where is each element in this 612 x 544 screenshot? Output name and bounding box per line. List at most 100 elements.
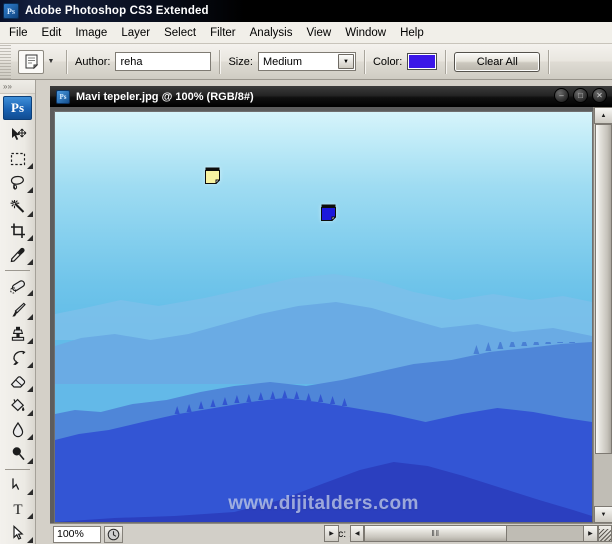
blur-tool-icon [12, 421, 23, 438]
canvas-horizontal-scrollbar[interactable]: ◀ ‖‖ ▶ [350, 523, 612, 544]
document-info-icon[interactable] [104, 525, 123, 543]
blur-tool[interactable] [0, 418, 35, 442]
size-select[interactable]: Medium ▼ [257, 52, 356, 71]
menu-item-image[interactable]: Image [68, 24, 114, 42]
menu-item-edit[interactable]: Edit [35, 24, 69, 42]
document-window: Ps Mavi tepeler.jpg @ 100% (RGB/8#) – □ … [50, 86, 612, 544]
tool-more-triangle-icon [27, 338, 33, 344]
size-label: Size: [228, 55, 253, 68]
menu-item-view[interactable]: View [299, 24, 338, 42]
options-divider-2 [219, 49, 221, 74]
paint-bucket-tool[interactable] [0, 394, 35, 418]
document-photoshop-icon: Ps [56, 89, 70, 104]
tool-preset-picker[interactable] [18, 49, 44, 74]
options-bar-grip[interactable] [0, 44, 11, 79]
window-controls: – □ ✕ [554, 88, 607, 103]
menu-item-file[interactable]: File [2, 24, 35, 42]
pen-tool-icon [11, 478, 19, 490]
clone-stamp-tool[interactable] [0, 322, 35, 346]
history-brush-tool[interactable] [0, 346, 35, 370]
close-button[interactable]: ✕ [592, 88, 607, 103]
zoom-level-input[interactable]: 100% [53, 525, 101, 543]
tool-more-triangle-icon [27, 187, 33, 193]
crop-tool[interactable] [0, 219, 35, 243]
toolbox-collapse-icon[interactable]: »» [0, 80, 35, 94]
path-selection-tool[interactable] [0, 521, 35, 544]
note-annotation-yellow[interactable] [205, 167, 221, 185]
horizontal-scroll-track[interactable] [507, 525, 584, 542]
pen-tool[interactable] [0, 473, 35, 497]
scroll-right-button[interactable]: ▶ [583, 525, 598, 542]
magic-wand-tool[interactable] [0, 195, 35, 219]
dodge-tool[interactable] [0, 442, 35, 466]
dodge-tool-icon [12, 447, 25, 461]
tool-more-triangle-icon [27, 410, 33, 416]
document-status-right-group: ▶ [324, 523, 339, 544]
tool-more-triangle-icon [27, 259, 33, 265]
clear-all-button[interactable]: Clear All [454, 51, 541, 72]
toolbox-photoshop-logo-icon: Ps [3, 96, 32, 120]
photoshop-logo-icon: Ps [3, 3, 19, 19]
toolbox-divider-1 [5, 270, 30, 271]
document-title-bar[interactable]: Ps Mavi tepeler.jpg @ 100% (RGB/8#) – □ … [50, 86, 612, 107]
scroll-down-button[interactable]: ▼ [594, 506, 612, 523]
window-resize-grip[interactable] [597, 525, 612, 542]
menu-bar: File Edit Image Layer Select Filter Anal… [0, 22, 612, 44]
photoshop-window: Ps Adobe Photoshop CS3 Extended File Edi… [0, 0, 612, 544]
canvas-vertical-scrollbar[interactable]: ▲ ▼ [593, 107, 612, 523]
note-tool-icon [25, 54, 38, 69]
watermark-text: www.dijitalders.com [228, 493, 419, 514]
paint-bucket-tool-icon [10, 398, 24, 412]
tool-more-triangle-icon [27, 458, 33, 464]
size-select-chevron-down-icon[interactable]: ▼ [337, 54, 354, 69]
application-title: Adobe Photoshop CS3 Extended [25, 5, 209, 17]
healing-brush-tool-icon [9, 280, 25, 294]
rectangular-marquee-tool-icon [10, 152, 25, 166]
menu-item-help[interactable]: Help [393, 24, 431, 42]
color-label: Color: [372, 55, 403, 68]
horizontal-scroll-thumb[interactable]: ‖‖ [364, 525, 508, 542]
vertical-scroll-track[interactable] [594, 454, 612, 506]
horizontal-type-tool-icon: T [13, 502, 22, 518]
options-divider-4 [445, 49, 447, 74]
move-tool-icon [11, 128, 26, 140]
maximize-button[interactable]: □ [573, 88, 588, 103]
rectangular-marquee-tool[interactable] [0, 147, 35, 171]
horizontal-type-tool[interactable]: T [0, 497, 35, 521]
eraser-tool[interactable] [0, 370, 35, 394]
scroll-left-button[interactable]: ◀ [350, 525, 365, 542]
image-canvas[interactable]: www.dijitalders.com [54, 111, 593, 523]
tool-more-triangle-icon [27, 513, 33, 519]
document-title: Mavi tepeler.jpg @ 100% (RGB/8#) [76, 90, 254, 103]
note-annotation-blue[interactable] [321, 204, 337, 222]
note-annotation-blue-icon [321, 204, 337, 222]
status-play-button[interactable]: ▶ [324, 525, 339, 542]
tool-more-triangle-icon [27, 314, 33, 320]
note-color-swatch[interactable] [407, 53, 438, 70]
toolbox-panel: »» Ps T [0, 80, 36, 544]
author-input[interactable] [115, 52, 212, 71]
brush-tool-icon [11, 302, 26, 317]
tool-more-triangle-icon [27, 235, 33, 241]
tool-more-triangle-icon [27, 211, 33, 217]
vertical-scroll-thumb[interactable] [595, 124, 612, 454]
lasso-tool[interactable] [0, 171, 35, 195]
tool-preset-chevron-down-icon[interactable]: ▼ [44, 51, 58, 73]
menu-item-analysis[interactable]: Analysis [243, 24, 300, 42]
healing-brush-tool[interactable] [0, 274, 35, 298]
tool-more-triangle-icon [27, 489, 33, 495]
eyedropper-tool[interactable] [0, 243, 35, 267]
minimize-button[interactable]: – [554, 88, 569, 103]
path-selection-tool-icon [12, 525, 24, 540]
move-tool[interactable] [0, 123, 35, 147]
eyedropper-tool-icon [10, 247, 25, 263]
svg-text:T: T [13, 502, 22, 518]
scroll-up-button[interactable]: ▲ [594, 107, 612, 124]
note-annotation-yellow-icon [205, 167, 221, 185]
menu-item-select[interactable]: Select [157, 24, 203, 42]
menu-item-layer[interactable]: Layer [114, 24, 157, 42]
menu-item-filter[interactable]: Filter [203, 24, 243, 42]
options-divider-5 [548, 49, 550, 74]
menu-item-window[interactable]: Window [338, 24, 393, 42]
brush-tool[interactable] [0, 298, 35, 322]
